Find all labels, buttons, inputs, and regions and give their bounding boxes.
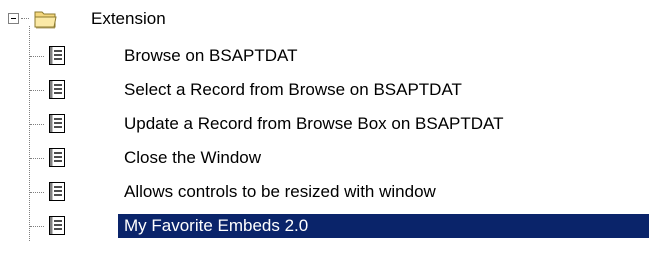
- tree-item-label[interactable]: Allows controls to be resized with windo…: [120, 180, 440, 204]
- tree-node-extension[interactable]: Extension: [0, 2, 649, 32]
- tree-item-label[interactable]: Select a Record from Browse on BSAPTDAT: [120, 78, 466, 102]
- tree-connector: [30, 124, 44, 125]
- tree-item-select-record[interactable]: Select a Record from Browse on BSAPTDAT: [0, 75, 649, 105]
- document-icon: [49, 148, 65, 167]
- document-icon: [49, 182, 65, 201]
- tree-item-browse[interactable]: Browse on BSAPTDAT: [0, 41, 649, 71]
- tree-connector: [30, 90, 44, 91]
- tree-item-label[interactable]: Browse on BSAPTDAT: [120, 44, 302, 68]
- document-icon: [49, 114, 65, 133]
- tree-item-label[interactable]: Close the Window: [120, 146, 265, 170]
- collapse-toggle-icon[interactable]: [8, 13, 19, 24]
- tree-item-resize-controls[interactable]: Allows controls to be resized with windo…: [0, 177, 649, 207]
- tree-item-update-record[interactable]: Update a Record from Browse Box on BSAPT…: [0, 109, 649, 139]
- tree-item-label[interactable]: Update a Record from Browse Box on BSAPT…: [120, 112, 508, 136]
- document-icon: [49, 216, 65, 235]
- document-icon: [49, 46, 65, 65]
- tree-node-label: Extension: [91, 9, 166, 28]
- folder-open-icon: [34, 11, 57, 29]
- tree-connector: [30, 192, 44, 193]
- embed-tree: Extension Browse on BSAPTDAT Select a Re…: [0, 0, 649, 254]
- document-icon: [49, 80, 65, 99]
- tree-item-label-selected[interactable]: My Favorite Embeds 2.0: [118, 214, 649, 238]
- tree-item-my-favorite-embeds[interactable]: My Favorite Embeds 2.0: [0, 211, 649, 241]
- tree-connector: [30, 226, 44, 227]
- tree-connector: [30, 158, 44, 159]
- tree-connector: [30, 56, 44, 57]
- tree-item-close-window[interactable]: Close the Window: [0, 143, 649, 173]
